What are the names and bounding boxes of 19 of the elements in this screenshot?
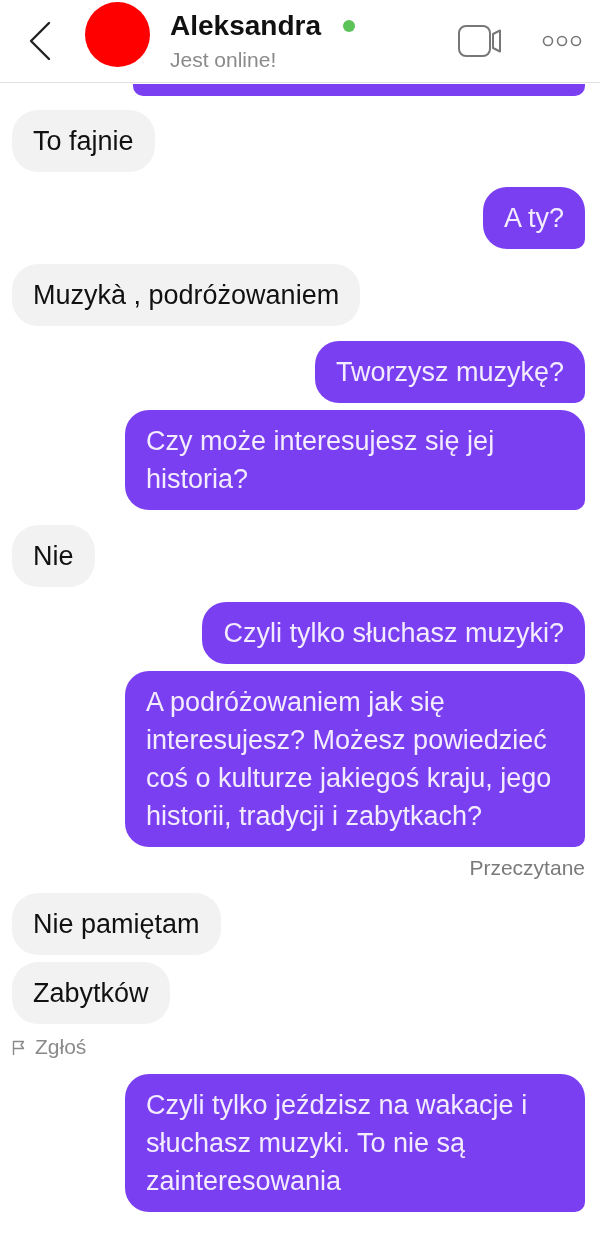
video-call-button[interactable] (458, 25, 502, 57)
message-bubble: Zabytków (12, 962, 170, 1024)
contact-name: Aleksandra (170, 10, 321, 42)
back-button[interactable] (28, 21, 52, 61)
message-bubble: Muzykà , podróżowaniem (12, 264, 361, 326)
status-text: Jest online! (170, 48, 278, 72)
message-bubble: Nie (12, 525, 95, 587)
message-bubble: A ty? (482, 187, 585, 249)
message-bubble: Nie pamiętam (12, 893, 221, 955)
message-bubble: Czyli tylko jeździsz na wakacje i słuchasz muzyki. To nie są zainteresowania (125, 1074, 585, 1212)
report-link[interactable]: Zgłoś (12, 1034, 87, 1060)
read-receipt: Przeczytane (469, 855, 585, 881)
more-options-button[interactable] (542, 35, 582, 47)
flag-icon (12, 1039, 25, 1055)
message-bubble: Tworzysz muzykę? (314, 341, 585, 403)
message-bubble: To fajnie (12, 110, 155, 172)
message-bubble: A podróżowaniem jak się interesujesz? Możesz powiedzieć coś o kulturze jakiegoś kraju, jego historii, tradycji i zabytkach? (125, 671, 585, 847)
message-bubble: Czy może interesujesz się jej historia? (125, 410, 585, 510)
message-bubble: Czyli tylko słuchasz muzyki? (202, 602, 585, 664)
